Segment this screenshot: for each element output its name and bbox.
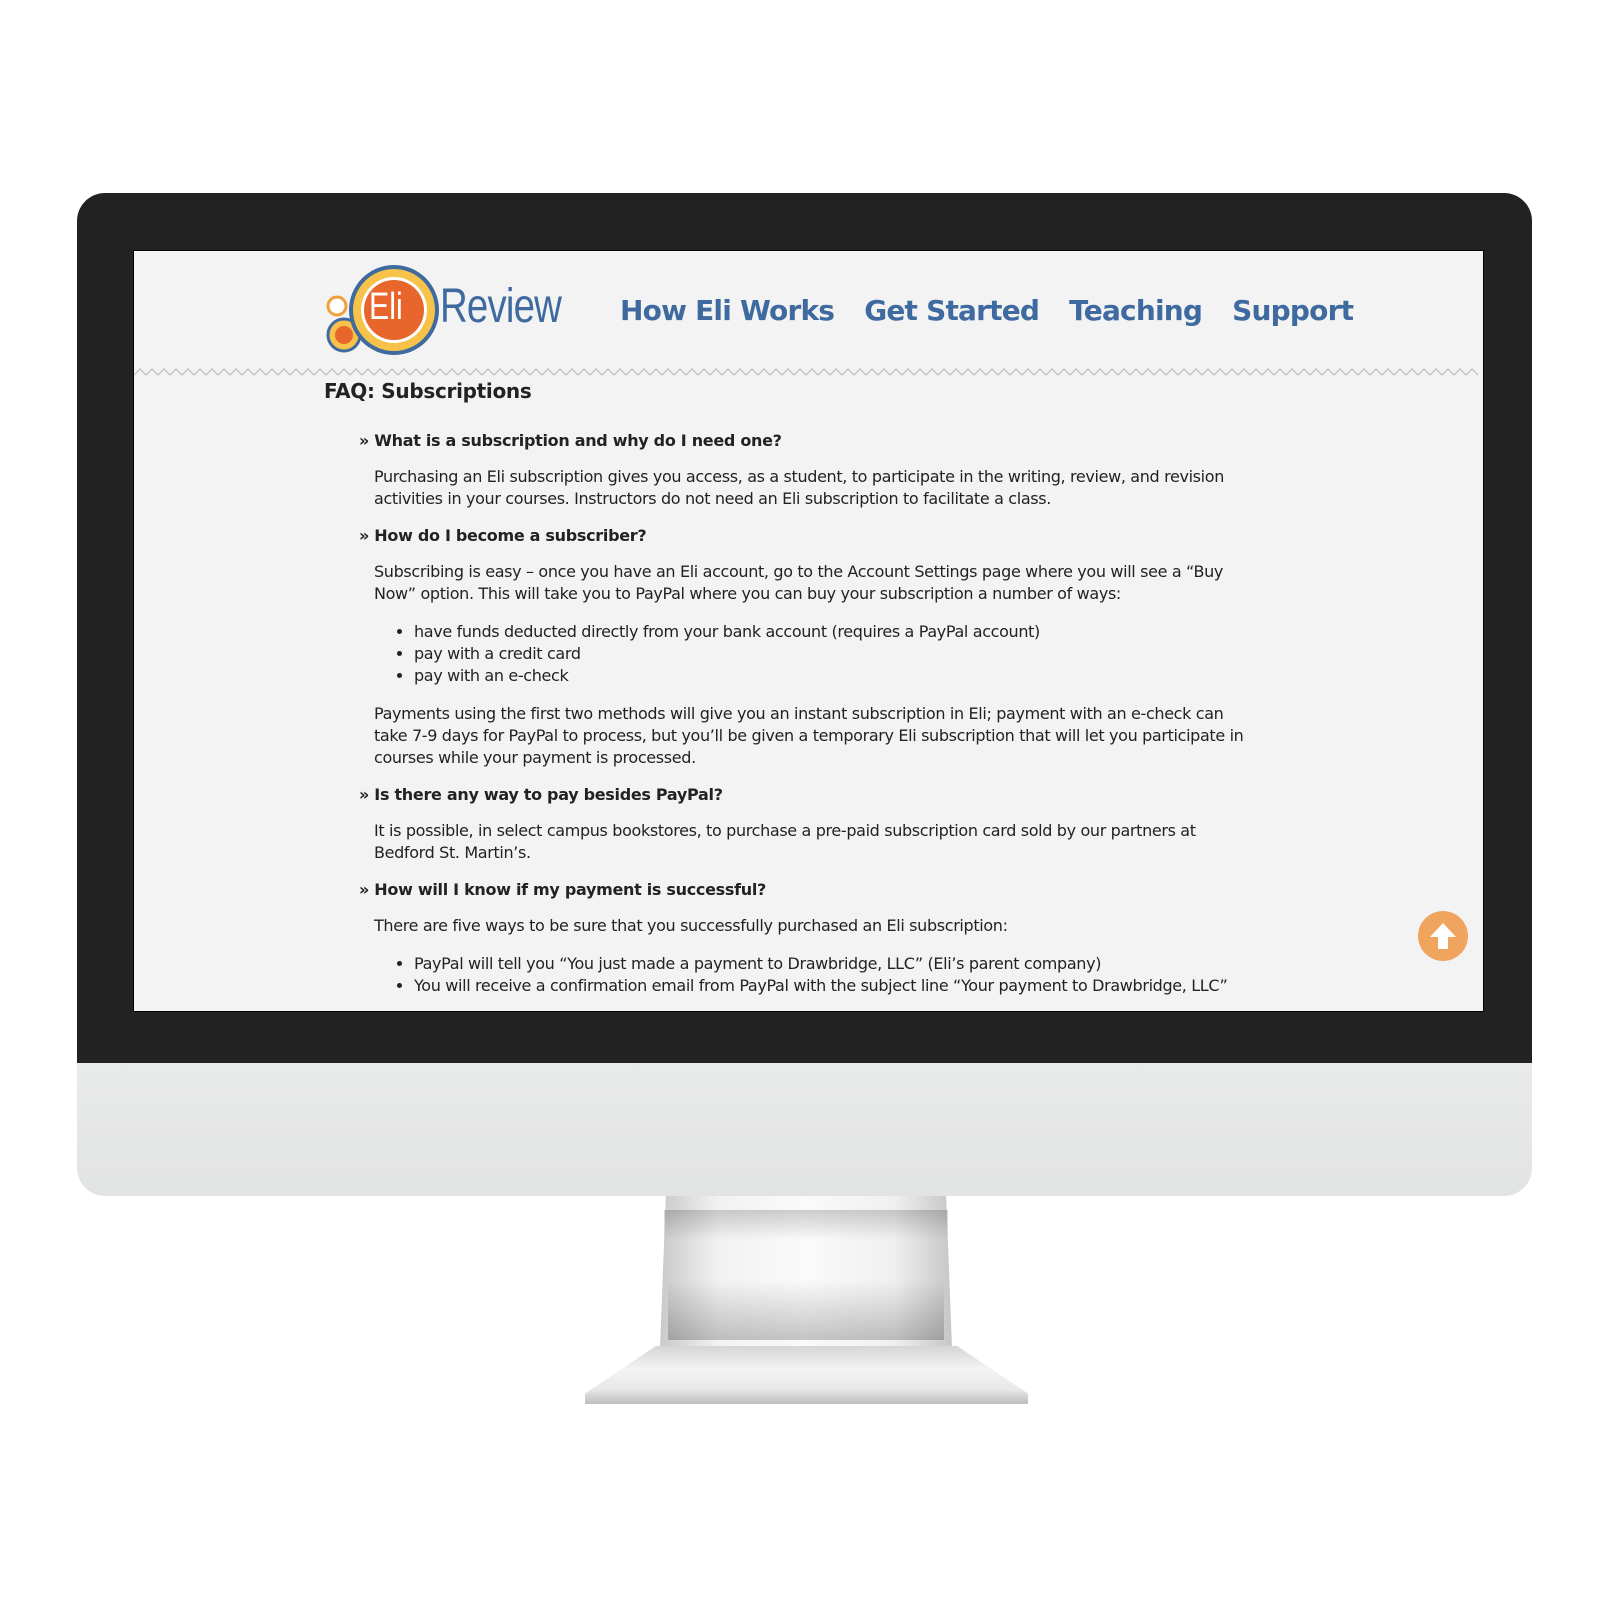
faq-question[interactable]: » What is a subscription and why do I ne… bbox=[359, 431, 1254, 450]
arrow-up-icon bbox=[1430, 923, 1456, 949]
stand-neck-shade bbox=[668, 1280, 944, 1340]
logo-wordmark[interactable]: Review bbox=[440, 279, 562, 334]
monitor-stand-foot bbox=[585, 1346, 1028, 1404]
confirmation-list: PayPal will tell you “You just made a pa… bbox=[374, 953, 1254, 997]
nav-teaching[interactable]: Teaching bbox=[1069, 294, 1203, 327]
payment-methods-list: have funds deducted directly from your b… bbox=[374, 621, 1254, 687]
faq-question[interactable]: » Is there any way to pay besides PayPal… bbox=[359, 785, 1254, 804]
faq-answer-text: Purchasing an Eli subscription gives you… bbox=[374, 467, 1224, 508]
faq-answer-text: Subscribing is easy – once you have an E… bbox=[374, 562, 1224, 603]
faq-content: FAQ: Subscriptions » What is a subscript… bbox=[324, 379, 1254, 1011]
faq-answer-text: Payments using the first two methods wil… bbox=[374, 704, 1244, 767]
faq-answer: Subscribing is easy – once you have an E… bbox=[374, 561, 1254, 769]
header-zigzag-divider bbox=[134, 368, 1479, 376]
faq-answer: Purchasing an Eli subscription gives you… bbox=[374, 466, 1254, 510]
scroll-to-top-button[interactable] bbox=[1418, 911, 1468, 961]
nav-get-started[interactable]: Get Started bbox=[864, 294, 1040, 327]
list-item: pay with a credit card bbox=[414, 643, 1254, 665]
list-item: have funds deducted directly from your b… bbox=[414, 621, 1254, 643]
screen: Eli Review How Eli Works Get Started Tea… bbox=[133, 250, 1484, 1012]
site-header: Eli Review How Eli Works Get Started Tea… bbox=[134, 251, 1483, 376]
logo-mark-text: Eli bbox=[369, 286, 403, 328]
faq-answer: There are five ways to be sure that you … bbox=[374, 915, 1254, 997]
faq-question[interactable]: » How do I become a subscriber? bbox=[359, 526, 1254, 545]
list-item: You will receive a confirmation email fr… bbox=[414, 975, 1254, 997]
monitor-chin bbox=[77, 1063, 1532, 1196]
list-item: PayPal will tell you “You just made a pa… bbox=[414, 953, 1254, 975]
main-nav: How Eli Works Get Started Teaching Suppo… bbox=[620, 294, 1383, 327]
stand-shadow bbox=[664, 1210, 948, 1240]
faq-question[interactable]: » How will I know if my payment is succe… bbox=[359, 880, 1254, 899]
nav-support[interactable]: Support bbox=[1232, 294, 1354, 327]
faq-answer-text: There are five ways to be sure that you … bbox=[374, 916, 1008, 935]
list-item: pay with an e-check bbox=[414, 665, 1254, 687]
nav-how-eli-works[interactable]: How Eli Works bbox=[620, 294, 835, 327]
page-title: FAQ: Subscriptions bbox=[324, 379, 532, 403]
faq-answer-text: It is possible, in select campus booksto… bbox=[374, 821, 1196, 862]
faq-answer: It is possible, in select campus booksto… bbox=[374, 820, 1254, 864]
